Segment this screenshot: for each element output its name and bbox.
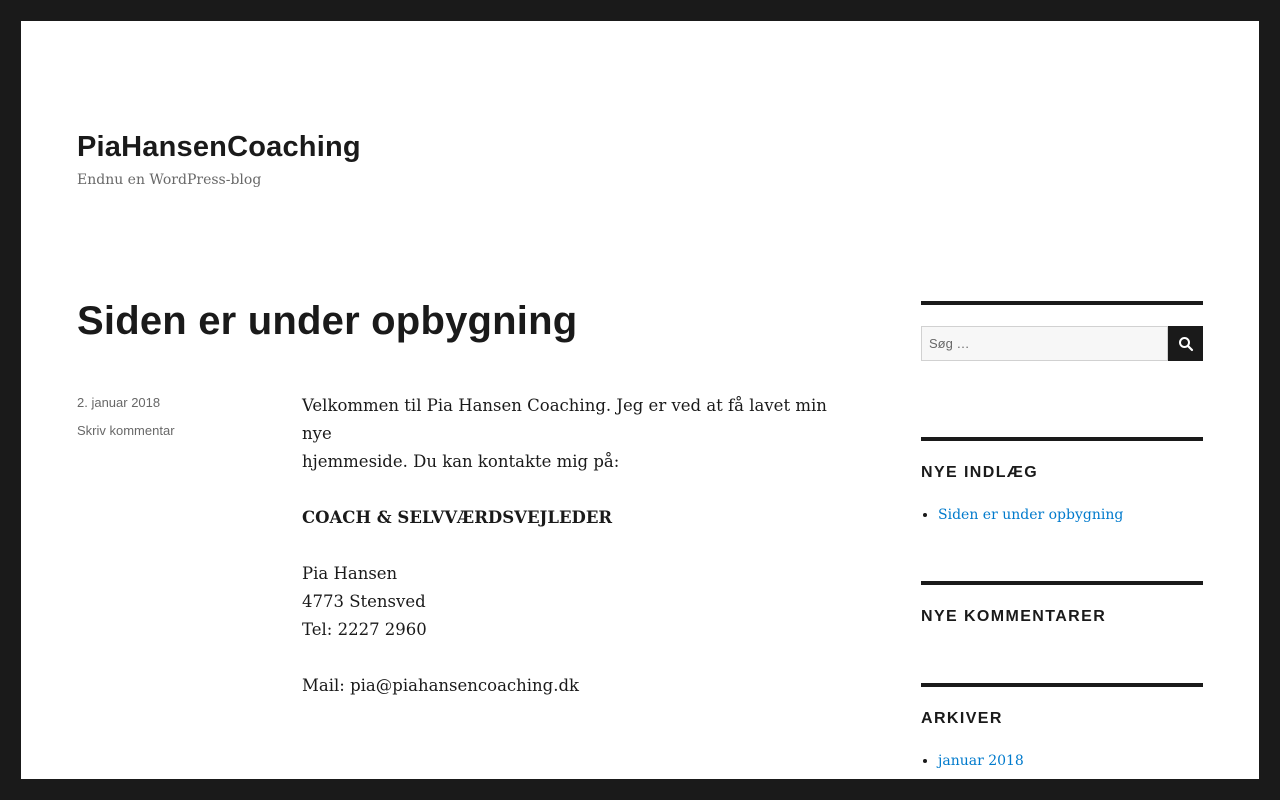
intro-paragraph: Velkommen til Pia Hansen Coaching. Jeg e… — [302, 392, 842, 476]
contact-phone: Tel: 2227 2960 — [302, 620, 427, 639]
site-title[interactable]: PiaHansenCoaching — [77, 131, 361, 164]
archives-title: ARKIVER — [921, 710, 1003, 727]
archives-widget: ARKIVER januar 2018 — [921, 683, 1203, 772]
contact-mail: Mail: pia@piahansencoaching.dk — [302, 676, 580, 695]
search-button[interactable] — [1168, 326, 1203, 361]
list-item: januar 2018 — [938, 750, 1203, 772]
contact-paragraph: Pia Hansen 4773 Stensved Tel: 2227 2960 — [302, 560, 842, 644]
post-content: Velkommen til Pia Hansen Coaching. Jeg e… — [302, 392, 842, 728]
recent-posts-widget: NYE INDLÆG Siden er under opbygning — [921, 437, 1203, 526]
professional-title: COACH & SELVVÆRDSVEJLEDER — [302, 508, 613, 527]
list-item: Siden er under opbygning — [938, 504, 1203, 526]
contact-name: Pia Hansen — [302, 564, 398, 583]
recent-comments-title: NYE KOMMENTARER — [921, 608, 1107, 625]
intro-line-2: hjemmeside. Du kan kontakte mig på: — [302, 452, 620, 471]
mail-paragraph: Mail: pia@piahansencoaching.dk — [302, 672, 842, 700]
search-icon — [1178, 336, 1193, 351]
write-comment-link[interactable]: Skriv kommentar — [77, 423, 175, 438]
site-container: PiaHansenCoaching Endnu en WordPress-blo… — [21, 21, 1259, 779]
search-form — [921, 326, 1203, 361]
title-paragraph: COACH & SELVVÆRDSVEJLEDER — [302, 504, 842, 532]
recent-comments-widget: NYE KOMMENTARER — [921, 581, 1203, 626]
post-title: Siden er under opbygning — [77, 299, 578, 343]
recent-posts-list: Siden er under opbygning — [921, 504, 1203, 526]
post-date-link[interactable]: 2. januar 2018 — [77, 395, 160, 410]
archive-link[interactable]: januar 2018 — [938, 753, 1024, 769]
site-description: Endnu en WordPress-blog — [77, 172, 262, 188]
contact-address: 4773 Stensved — [302, 592, 426, 611]
archives-list: januar 2018 — [921, 750, 1203, 772]
search-input[interactable] — [921, 326, 1168, 361]
intro-line-1: Velkommen til Pia Hansen Coaching. Jeg e… — [302, 396, 827, 443]
recent-posts-title: NYE INDLÆG — [921, 464, 1039, 481]
search-widget — [921, 301, 1203, 385]
recent-post-link[interactable]: Siden er under opbygning — [938, 507, 1123, 523]
